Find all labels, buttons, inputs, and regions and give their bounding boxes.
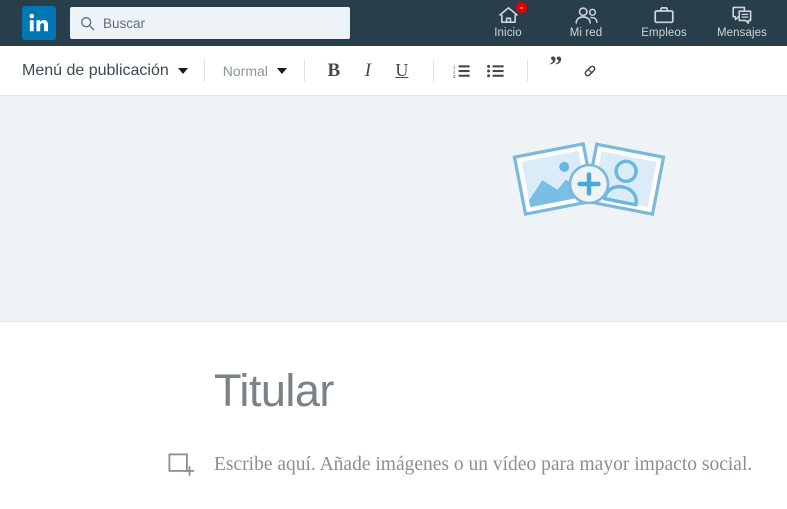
nav-item-mensajes[interactable]: Mensajes xyxy=(703,0,781,46)
linkedin-logo-icon xyxy=(29,13,48,32)
messages-icon-wrap xyxy=(731,4,753,26)
search-input[interactable] xyxy=(103,8,323,38)
cover-image-area[interactable] xyxy=(0,96,787,322)
underline-button[interactable]: U xyxy=(385,55,419,87)
network-icon xyxy=(575,7,598,24)
svg-text:3: 3 xyxy=(453,74,456,78)
briefcase-icon xyxy=(654,7,674,24)
chevron-down-icon xyxy=(276,67,287,74)
italic-button[interactable]: I xyxy=(351,55,385,87)
article-body-row[interactable]: Escribe aquí. Añade imágenes o un vídeo … xyxy=(168,453,752,477)
body-placeholder-text[interactable]: Escribe aquí. Añade imágenes o un vídeo … xyxy=(214,454,752,476)
add-cover-image-illustration[interactable] xyxy=(509,132,669,222)
bulleted-list-icon xyxy=(487,64,504,77)
briefcase-icon-wrap xyxy=(653,4,675,26)
toolbar-separator xyxy=(526,59,528,82)
toolbar-separator xyxy=(303,59,305,82)
toolbar-separator xyxy=(432,59,434,82)
nav-item-empleos[interactable]: Empleos xyxy=(625,0,703,46)
chevron-down-icon xyxy=(177,67,188,74)
nav-item-label: Empleos xyxy=(641,27,687,39)
publish-menu-label: Menú de publicación xyxy=(22,61,169,79)
messages-icon xyxy=(732,6,752,24)
network-icon-wrap xyxy=(573,4,599,26)
toolbar-separator xyxy=(203,59,205,82)
text-style-label: Normal xyxy=(222,62,268,79)
search-icon xyxy=(81,16,95,30)
headline-placeholder[interactable]: Titular xyxy=(214,365,334,417)
search-bar[interactable] xyxy=(70,7,350,39)
text-style-dropdown[interactable]: Normal xyxy=(223,63,287,79)
plus-circle-icon xyxy=(568,163,610,205)
header-nav-group: Inicio Mi red Empleos Mensajes xyxy=(469,0,781,46)
article-editor: Titular Escribe aquí. Añade imágenes o u… xyxy=(0,323,787,509)
add-media-icon[interactable] xyxy=(168,453,196,477)
link-icon xyxy=(584,65,596,76)
editor-toolbar: Menú de publicación Normal B I U 1 2 3 ” xyxy=(0,46,787,96)
ordered-list-button[interactable]: 1 2 3 xyxy=(445,55,479,87)
ordered-list-icon: 1 2 3 xyxy=(453,64,470,78)
bulleted-list-button[interactable] xyxy=(479,55,513,87)
home-icon-wrap xyxy=(497,1,528,26)
publish-menu-dropdown[interactable]: Menú de publicación xyxy=(22,62,188,80)
blockquote-button[interactable]: ” xyxy=(539,52,573,87)
nav-item-label: Mi red xyxy=(569,27,603,39)
add-cover-image-icon xyxy=(512,141,666,216)
top-navigation-bar: Inicio Mi red Empleos xyxy=(0,0,787,46)
bold-button[interactable]: B xyxy=(317,55,351,87)
nav-item-label: Mensajes xyxy=(716,27,768,39)
linkedin-logo[interactable] xyxy=(22,6,56,40)
nav-item-inicio[interactable]: Inicio xyxy=(469,0,547,46)
link-button[interactable] xyxy=(573,55,607,87)
nav-item-mi-red[interactable]: Mi red xyxy=(547,0,625,46)
nav-item-label: Inicio xyxy=(494,27,522,39)
notification-badge xyxy=(514,1,528,14)
